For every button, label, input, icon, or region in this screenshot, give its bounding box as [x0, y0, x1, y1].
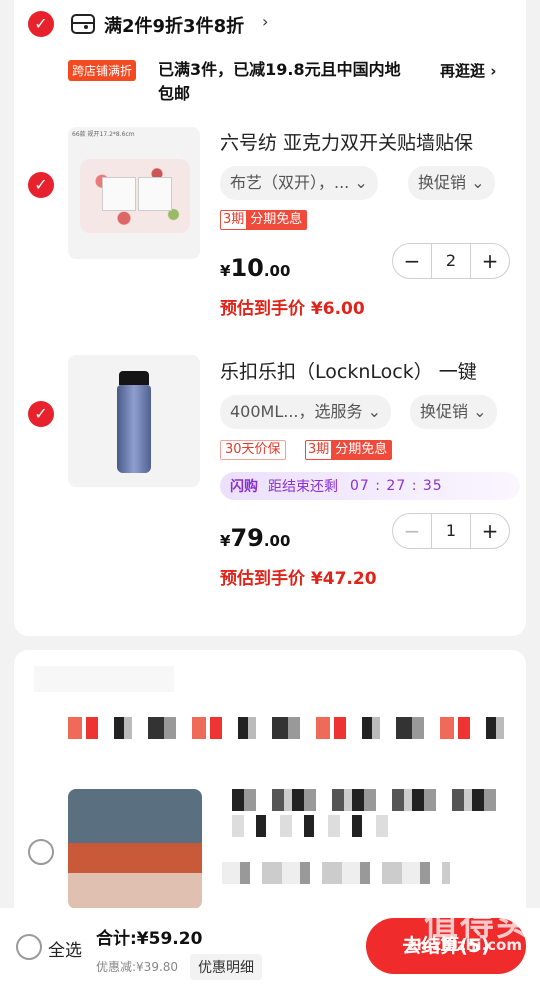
flash-text: 距结束还剩	[268, 479, 338, 495]
product-image[interactable]	[68, 355, 200, 487]
blurred-area	[34, 666, 174, 692]
item-checkbox[interactable]: ✓	[28, 172, 54, 198]
pixelated-store-name	[68, 717, 508, 739]
watermark-url: zhizhizhi.com	[407, 936, 522, 954]
item-price: ¥10.00	[220, 254, 291, 282]
flash-sale-bar: 闪购 距结束还剩 07 : 27 : 35	[220, 472, 520, 500]
socket-plate	[138, 177, 172, 211]
item-checkbox[interactable]: ✓	[28, 401, 54, 427]
spec-selector[interactable]: 布艺（双开），... ⌄	[220, 166, 378, 200]
flash-countdown: 07 : 27 : 35	[350, 478, 443, 494]
price-guarantee-badge: 30天价保	[220, 440, 286, 460]
select-all-label[interactable]: 全选	[48, 936, 82, 961]
estimated-price: 预估到手价 ¥47.20	[220, 569, 377, 589]
plus-icon[interactable]: +	[471, 244, 509, 278]
promo-selector[interactable]: 换促销 ⌄	[408, 166, 495, 200]
total-price: 合计:¥59.20	[96, 929, 203, 949]
pixelated-spec	[222, 862, 450, 884]
quantity-stepper[interactable]: − 1 +	[392, 513, 510, 549]
thumb-caption: 66款 规开17.2*8.6cm	[72, 131, 135, 138]
product-image[interactable]: 66款 规开17.2*8.6cm	[68, 127, 200, 259]
spec-selector[interactable]: 400ML...，选服务 ⌄	[220, 395, 392, 429]
promo-selector[interactable]: 换促销 ⌄	[410, 395, 497, 429]
discount-detail-button[interactable]: 优惠明细	[190, 954, 262, 980]
flash-label: 闪购	[230, 479, 258, 495]
browse-more-link[interactable]: 再逛逛 ›	[440, 60, 496, 81]
bottle-cap	[119, 371, 149, 385]
pixelated-title	[232, 815, 392, 837]
select-all-checkbox[interactable]	[16, 934, 42, 960]
estimated-price: 预估到手价 ¥6.00	[220, 299, 365, 319]
chevron-down-icon: ⌄	[367, 402, 382, 421]
quantity-value[interactable]: 1	[431, 514, 471, 548]
bottle-body	[117, 385, 151, 473]
minus-icon[interactable]: −	[393, 514, 431, 548]
item-title[interactable]: 乐扣乐扣（LocknLock） 一键	[220, 357, 502, 384]
discount-amount: 优惠减:¥39.80	[96, 960, 179, 974]
promo-tag: 跨店铺满折	[68, 60, 137, 81]
installment-badge: 3期 分期免息	[305, 440, 393, 460]
chevron-down-icon: ⌄	[473, 402, 487, 421]
chevron-down-icon: ⌄	[471, 173, 485, 192]
installment-badge: 3期 分期免息	[220, 210, 308, 230]
plus-icon[interactable]: +	[471, 514, 509, 548]
chevron-down-icon: ⌄	[354, 173, 368, 192]
quantity-stepper[interactable]: − 2 +	[392, 243, 510, 279]
promo-description: 已满3件，已减19.8元且中国内地包邮	[158, 60, 401, 103]
minus-icon[interactable]: −	[393, 244, 431, 278]
promo-title[interactable]: 满2件9折3件8折	[104, 12, 244, 38]
item-title[interactable]: 六号纺 亚克力双开关贴墙贴保	[220, 128, 502, 155]
floral-frame	[80, 159, 190, 233]
pixelated-title	[232, 789, 506, 811]
product-image[interactable]	[68, 789, 202, 909]
item-checkbox[interactable]	[28, 839, 54, 865]
chevron-right-icon[interactable]: ›	[262, 12, 268, 31]
item-price: ¥79.00	[220, 524, 291, 552]
gift-box-icon	[70, 13, 96, 35]
group-checkbox[interactable]: ✓	[28, 11, 54, 37]
quantity-value[interactable]: 2	[431, 244, 471, 278]
switch-plate	[102, 177, 136, 211]
